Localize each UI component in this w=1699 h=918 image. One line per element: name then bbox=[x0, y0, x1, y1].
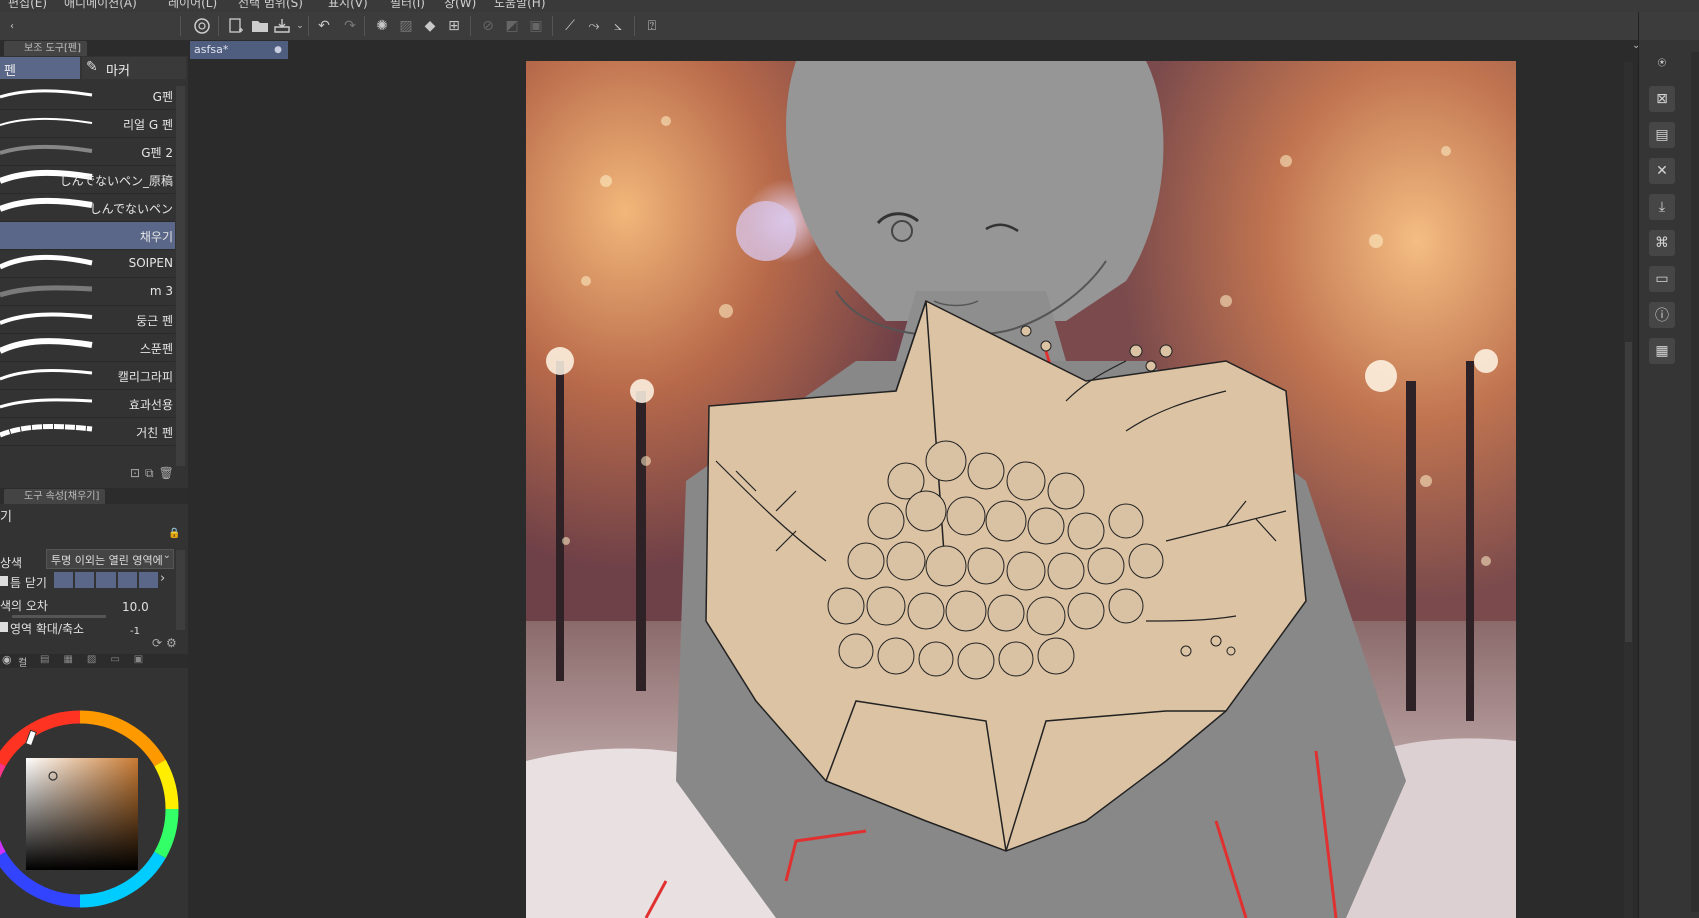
right-panel-strip bbox=[1691, 52, 1699, 912]
right-panel: ⍟ ⊠ ▤ ✕ ⤓ ⌘ ▭ ⓘ ▦ bbox=[1638, 12, 1699, 918]
lock-icon[interactable]: 🔒 bbox=[168, 528, 180, 539]
close-icon[interactable]: ✕ bbox=[1649, 158, 1675, 184]
navigator-icon[interactable]: ⍟ bbox=[1649, 50, 1675, 76]
layer-icon[interactable]: ▤ bbox=[1649, 122, 1675, 148]
list-item[interactable]: しんでないペン bbox=[0, 194, 175, 222]
brush-list-actions[interactable]: ⊡⧉🗑 bbox=[130, 466, 179, 481]
list-item[interactable]: G펜 2 bbox=[0, 138, 175, 166]
collapse-left-icon[interactable]: ‹ bbox=[2, 16, 22, 36]
expand-label: 영역 확대/축소 bbox=[10, 622, 85, 636]
artwork-canvas[interactable] bbox=[526, 61, 1516, 918]
menu-view[interactable]: 표시(V) bbox=[328, 0, 368, 11]
subtool-panel-header: 보조 도구[펜] bbox=[0, 40, 188, 56]
stroke-icon[interactable]: ⤳ bbox=[584, 16, 604, 36]
list-item[interactable]: しんでないペン_原稿 bbox=[0, 166, 175, 194]
target-select[interactable]: 투명 이외는 열린 영역에 ⌄ bbox=[46, 549, 174, 569]
color-tabs[interactable]: ▤▦▨▭▣ bbox=[40, 654, 157, 665]
open-icon[interactable] bbox=[250, 16, 270, 36]
list-item[interactable]: 캘리그라피 bbox=[0, 362, 175, 390]
document-tab[interactable]: asfsa* ● bbox=[190, 41, 288, 59]
help-icon[interactable]: ⍰ bbox=[642, 16, 662, 36]
new-icon[interactable] bbox=[226, 16, 246, 36]
gradient-icon[interactable]: ◩ bbox=[502, 16, 522, 36]
folder-icon[interactable]: ▭ bbox=[1649, 266, 1675, 292]
target-label: 상색 bbox=[0, 556, 23, 570]
tolerance-slider[interactable] bbox=[12, 615, 106, 618]
expand-checkbox[interactable] bbox=[0, 622, 8, 632]
menu-bar: 편집(E) 애니메이션(A) 레이어(L) 선택 범위(S) 표시(V) 필터(… bbox=[0, 0, 1699, 12]
tolerance-value[interactable]: 10.0 bbox=[122, 600, 149, 614]
property-scrollbar[interactable] bbox=[176, 550, 185, 630]
tool-property-title[interactable]: 도구 속성[채우기] bbox=[4, 489, 106, 504]
menu-selection[interactable]: 선택 범위(S) bbox=[238, 0, 303, 11]
list-item[interactable]: 스푼펜 bbox=[0, 334, 175, 362]
color-wheel[interactable] bbox=[0, 670, 188, 918]
undo-icon[interactable]: ↶ bbox=[314, 16, 334, 36]
list-item[interactable]: 효과선용 bbox=[0, 390, 175, 418]
ruler-icon[interactable]: ⊘ bbox=[478, 16, 498, 36]
transform-icon[interactable]: ⊞ bbox=[444, 16, 464, 36]
brush-list: G펜 리얼 G 펜 G펜 2 しんでないペン_原稿 しんでないペン 채우기 SO… bbox=[0, 82, 175, 446]
close-tab-icon[interactable]: ● bbox=[274, 41, 282, 59]
marker-icon: ✎ bbox=[86, 59, 98, 75]
menu-help[interactable]: 도움말(H) bbox=[494, 0, 546, 11]
tab-marker[interactable]: ✎ 마커 bbox=[82, 57, 186, 79]
menu-layer[interactable]: 레이어(L) bbox=[168, 0, 217, 11]
property-actions[interactable]: ⟳⚙ bbox=[152, 636, 181, 650]
select-icon[interactable]: ▨ bbox=[396, 16, 416, 36]
close-gap-levels[interactable] bbox=[54, 572, 159, 588]
list-item[interactable]: 리얼 G 펜 bbox=[0, 110, 175, 138]
chevron-right-icon[interactable]: › bbox=[160, 571, 165, 586]
grid-icon[interactable]: ▦ bbox=[1649, 338, 1675, 364]
chevron-down-icon[interactable]: ⌄ bbox=[290, 16, 310, 36]
toolbar: ‹ ⌄ ↶ ↷ ✺ ▨ ◆ ⊞ ⊘ ◩ ▣ ⟋ ⤳ ⦣ ⍰ ‹ » bbox=[0, 12, 1699, 41]
tolerance-label: 색의 오차 bbox=[0, 599, 48, 613]
menu-edit[interactable]: 편집(E) bbox=[8, 0, 47, 11]
menu-animation[interactable]: 애니메이션(A) bbox=[64, 0, 137, 11]
list-item[interactable]: SOIPEN bbox=[0, 250, 175, 278]
left-panel: 보조 도구[펜] 펜 ✎ 마커 G펜 리얼 G 펜 G펜 2 しんでないペン_原… bbox=[0, 40, 188, 918]
camera-icon[interactable]: ⌘ bbox=[1649, 230, 1675, 256]
brush-list-scrollbar[interactable] bbox=[176, 86, 185, 466]
color-wheel-tab-icon[interactable]: ◉ bbox=[2, 653, 12, 666]
subtool-panel-title[interactable]: 보조 도구[펜] bbox=[4, 41, 87, 56]
list-item[interactable]: m 3 bbox=[0, 278, 175, 306]
snap-icon[interactable]: ⦣ bbox=[608, 16, 628, 36]
chevron-down-icon: ⌄ bbox=[162, 550, 171, 561]
lasso-icon[interactable] bbox=[192, 16, 212, 36]
tab-pen[interactable]: 펜 bbox=[0, 57, 80, 79]
redo-icon[interactable]: ↷ bbox=[340, 16, 360, 36]
close-panel-icon[interactable]: ⊠ bbox=[1649, 86, 1675, 112]
frame-icon[interactable]: ▣ bbox=[526, 16, 546, 36]
list-item[interactable]: G펜 bbox=[0, 82, 175, 110]
tool-name: 기 bbox=[0, 510, 12, 525]
list-item[interactable]: 채우기 bbox=[0, 222, 175, 250]
close-gap-checkbox[interactable] bbox=[0, 576, 8, 586]
close-gap-label: 틈 닫기 bbox=[10, 576, 47, 590]
color-panel-header: ◉ 컬 ▤▦▨▭▣ bbox=[0, 653, 188, 669]
pen-pressure-icon[interactable]: ⟋ bbox=[560, 16, 580, 36]
menu-window[interactable]: 창(W) bbox=[444, 0, 476, 11]
list-item[interactable]: 둥근 펜 bbox=[0, 306, 175, 334]
tool-property-header: 도구 속성[채우기] bbox=[0, 488, 188, 504]
import-icon[interactable]: ⤓ bbox=[1649, 194, 1675, 220]
info-icon[interactable]: ⓘ bbox=[1649, 302, 1675, 328]
menu-filter[interactable]: 필터(I) bbox=[390, 0, 425, 11]
fill-icon[interactable]: ◆ bbox=[420, 16, 440, 36]
canvas-scrollbar[interactable] bbox=[1624, 62, 1633, 918]
expand-value[interactable]: -1 bbox=[130, 626, 140, 637]
save-icon[interactable] bbox=[272, 16, 292, 36]
list-item[interactable]: 거친 펜 bbox=[0, 418, 175, 446]
brush-settings-icon[interactable]: ✺ bbox=[372, 16, 392, 36]
